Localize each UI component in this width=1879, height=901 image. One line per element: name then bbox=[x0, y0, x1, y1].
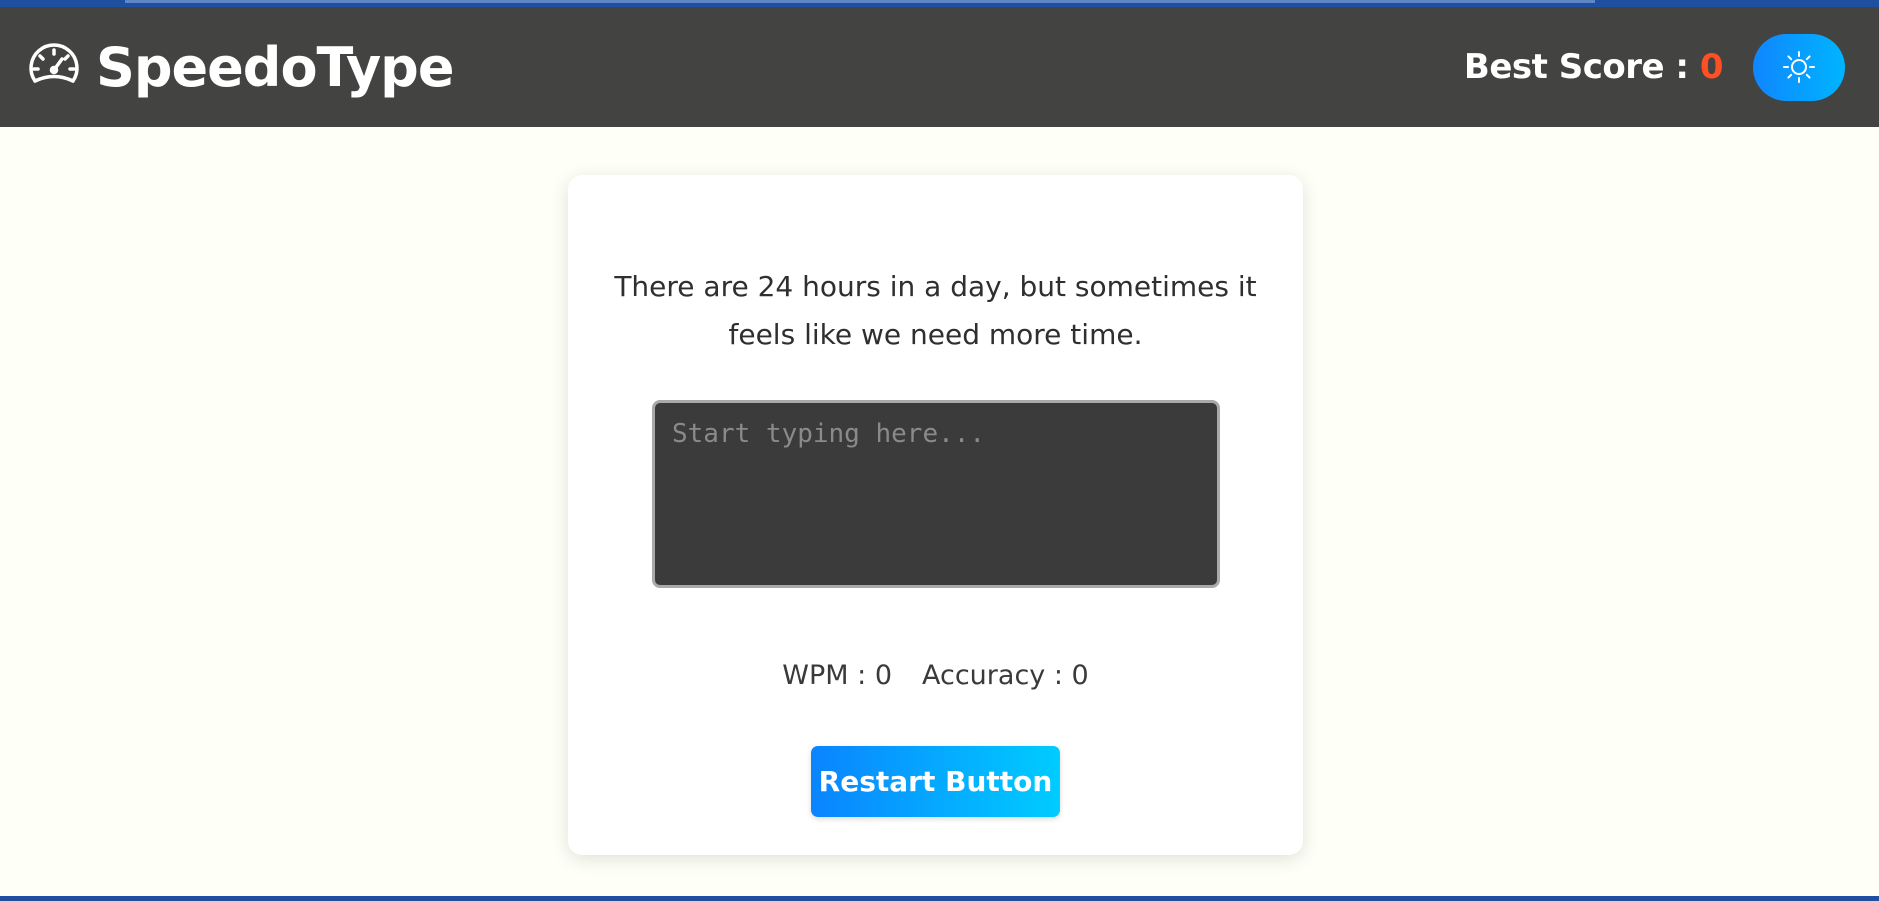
navbar: SpeedoType Best Score : 0 bbox=[0, 7, 1879, 127]
bottom-strip bbox=[0, 896, 1879, 901]
top-strip-highlight bbox=[125, 0, 1595, 3]
stats: WPM : 0 Accuracy : 0 bbox=[568, 660, 1303, 691]
brand[interactable]: SpeedoType bbox=[26, 35, 454, 99]
best-score-value: 0 bbox=[1699, 47, 1724, 87]
sun-icon bbox=[1782, 50, 1816, 84]
theme-toggle-button[interactable] bbox=[1753, 33, 1845, 101]
best-score-label: Best Score : bbox=[1463, 47, 1700, 87]
speedometer-icon bbox=[26, 39, 82, 95]
restart-button[interactable]: Restart Button bbox=[811, 746, 1060, 817]
quote-text: There are 24 hours in a day, but sometim… bbox=[614, 270, 1257, 351]
best-score: Best Score : 0 bbox=[1463, 47, 1724, 87]
typing-input[interactable] bbox=[652, 400, 1220, 588]
brand-name: SpeedoType bbox=[96, 35, 454, 99]
top-strip bbox=[0, 0, 1879, 7]
accuracy-stat: Accuracy : 0 bbox=[922, 660, 1089, 691]
typing-card: There are 24 hours in a day, but sometim… bbox=[568, 175, 1303, 855]
nav-right: Best Score : 0 bbox=[1463, 33, 1845, 101]
wpm-stat: WPM : 0 bbox=[782, 660, 892, 691]
